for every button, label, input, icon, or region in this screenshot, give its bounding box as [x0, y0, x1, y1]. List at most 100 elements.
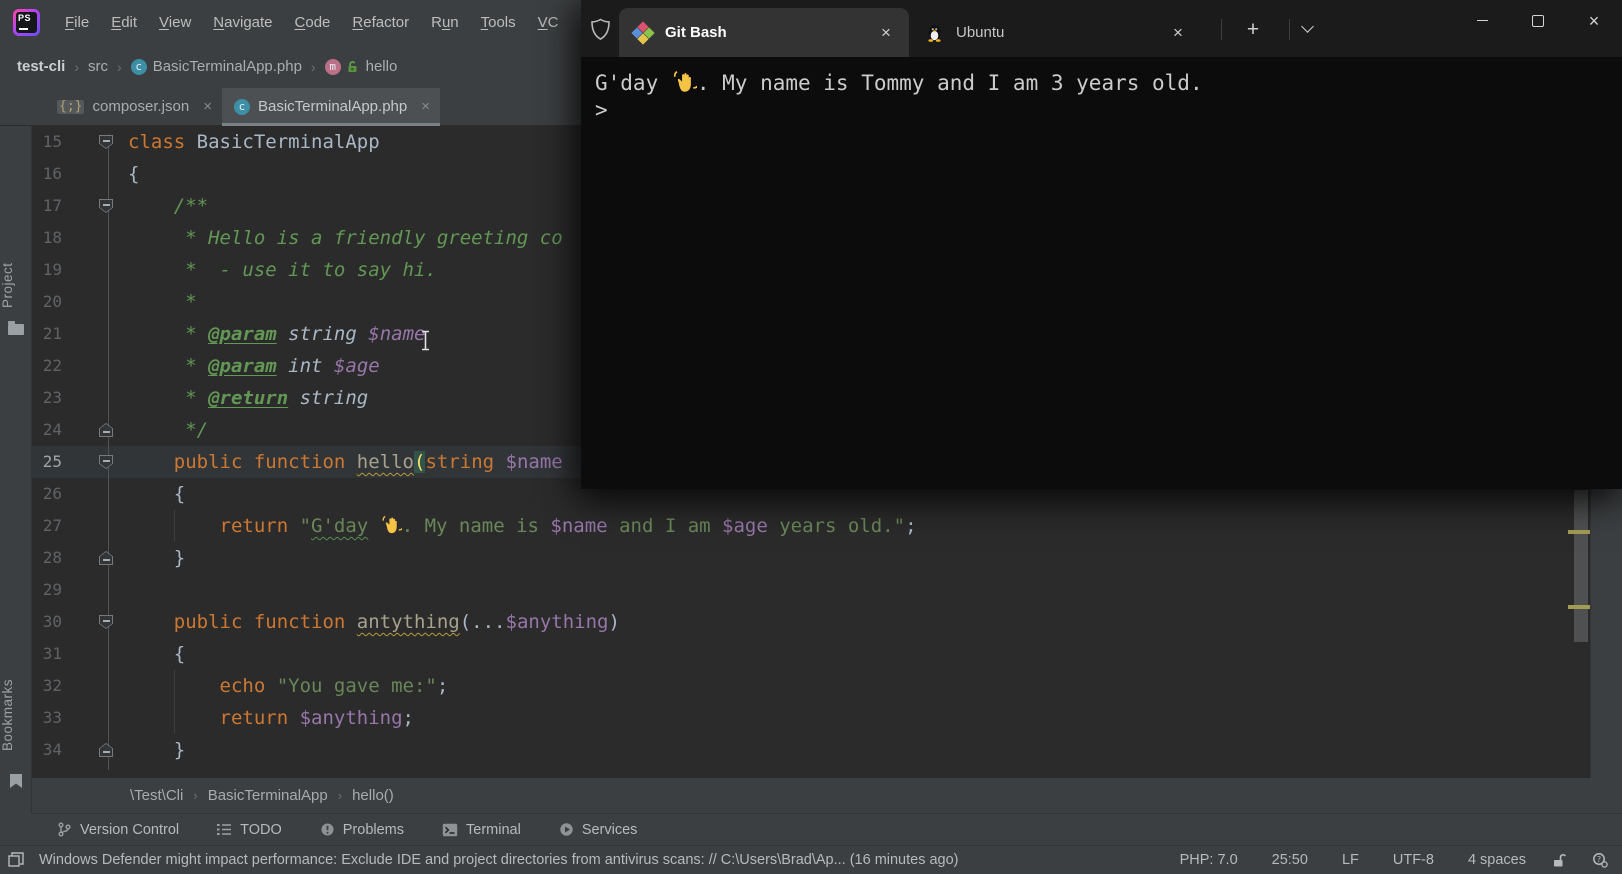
phpstorm-logo-icon[interactable]: PS [13, 9, 40, 36]
status-indent[interactable]: 4 spaces [1468, 852, 1526, 868]
terminal-title-bar[interactable]: Git Bash × Ubuntu × + × [581, 0, 1622, 57]
code-text: } [128, 739, 186, 761]
minimize-button[interactable] [1454, 0, 1510, 41]
toolwindow-button-services[interactable]: Services [559, 822, 637, 838]
new-tab-button[interactable]: + [1233, 13, 1273, 47]
project-folder-icon[interactable] [8, 321, 24, 335]
menu-item-run[interactable]: Run [420, 8, 470, 37]
code-text: public function antything(...$anything) [128, 611, 620, 633]
warning-stripe-mark[interactable] [1568, 605, 1590, 609]
code-text: * @return string [128, 387, 369, 409]
menu-item-edit[interactable]: Edit [100, 8, 148, 37]
fold-column [62, 350, 128, 382]
code-text: echo "You gave me:"; [128, 675, 449, 697]
maximize-button[interactable] [1510, 0, 1566, 41]
menu-item-code[interactable]: Code [284, 8, 342, 37]
line-number: 30 [42, 612, 62, 631]
code-line-30: 30 public function antything(...$anythin… [32, 606, 1570, 638]
breadcrumb-item[interactable]: \Test\Cli [130, 787, 183, 804]
breadcrumb: › src › c BasicTerminalApp.php › m hello [65, 58, 397, 75]
line-number: 22 [42, 356, 62, 375]
code-text: * [128, 291, 197, 313]
editor-scrollbar-thumb[interactable] [1574, 490, 1588, 642]
fold-marker-icon[interactable] [99, 423, 113, 437]
fold-marker-icon[interactable] [99, 551, 113, 565]
close-tab-icon[interactable]: × [1163, 18, 1193, 48]
breadcrumb-item[interactable]: c BasicTerminalApp.php [130, 58, 302, 75]
left-tool-strip: Project Bookmarks Structure [0, 126, 32, 874]
fold-column [62, 670, 128, 702]
sidebar-item-bookmarks[interactable]: Bookmarks [0, 671, 32, 759]
notifications-gear-icon[interactable]: ? [1592, 852, 1608, 868]
fold-marker-icon[interactable] [99, 743, 113, 757]
fold-column [62, 606, 128, 638]
close-tab-icon[interactable]: × [871, 18, 901, 48]
breadcrumb-item[interactable]: src [88, 58, 108, 75]
tool-window-toggle-icon[interactable] [8, 852, 25, 868]
menu-item-vc[interactable]: VC [527, 8, 570, 37]
editor-tab[interactable]: {;} composer.json × [45, 88, 222, 125]
warning-stripe-mark[interactable] [1568, 530, 1590, 534]
status-encoding[interactable]: UTF-8 [1393, 852, 1434, 868]
fold-column [62, 254, 128, 286]
terminal-tab-ubuntu[interactable]: Ubuntu × [911, 8, 1201, 57]
tab-dropdown-chevron-icon[interactable] [1301, 20, 1314, 35]
breadcrumb-item[interactable]: hello() [352, 787, 394, 804]
tool-window-bar: Version Control TODO Problems Terminal Servi… [0, 814, 1622, 846]
bookmark-icon[interactable] [10, 774, 22, 788]
editor-tab[interactable]: c BasicTerminalApp.php × [221, 88, 441, 126]
line-number: 32 [42, 676, 62, 695]
fold-marker-icon[interactable] [99, 135, 113, 149]
status-caret-position[interactable]: 25:50 [1272, 852, 1308, 868]
breadcrumb-item[interactable]: BasicTerminalApp [208, 787, 328, 804]
terminal-output[interactable]: G'day . My name is Tommy and I am 3 year… [581, 57, 1622, 489]
code-text: * Hello is a friendly greeting co [128, 227, 563, 249]
close-window-button[interactable]: × [1566, 0, 1622, 41]
toolwindow-button-todo[interactable]: TODO [217, 822, 282, 838]
breadcrumb-separator-icon: › [310, 58, 316, 75]
toolwindow-button-problems[interactable]: Problems [320, 822, 404, 838]
ubuntu-tux-icon [925, 23, 944, 42]
code-text: { [128, 643, 186, 665]
line-number: 29 [42, 580, 62, 599]
waving-hand-icon [671, 70, 699, 94]
code-text: public function hello(string $name [128, 451, 563, 473]
status-php-version[interactable]: PHP: 7.0 [1180, 852, 1238, 868]
sidebar-item-project[interactable]: Project [0, 254, 32, 316]
status-line-ending[interactable]: LF [1342, 852, 1359, 868]
breadcrumb-item[interactable]: m hello [324, 58, 397, 75]
terminal-tab-git-bash[interactable]: Git Bash × [619, 8, 909, 57]
breadcrumb-project[interactable]: test-cli [17, 58, 65, 75]
code-text: /** [128, 195, 209, 217]
fold-marker-icon[interactable] [99, 455, 113, 469]
menu-item-refactor[interactable]: Refactor [341, 8, 420, 37]
fold-column [62, 510, 128, 542]
fold-column [62, 478, 128, 510]
toolwindow-button-terminal[interactable]: Terminal [442, 822, 521, 838]
tab-separator [1289, 19, 1290, 40]
menu-item-view[interactable]: View [148, 8, 202, 37]
code-text: { [128, 483, 186, 505]
fold-column [62, 542, 128, 574]
status-message[interactable]: Windows Defender might impact performanc… [39, 852, 1146, 868]
toolwindow-button-branch[interactable]: Version Control [57, 822, 179, 838]
terminal-icon [442, 823, 458, 837]
menu-item-navigate[interactable]: Navigate [202, 8, 283, 37]
terminal-window: Git Bash × Ubuntu × + × G'day . My name is … [581, 0, 1622, 489]
fold-column [62, 414, 128, 446]
screen: PS File Edit View Navigate Code Refactor Run To… [0, 0, 1622, 874]
close-tab-icon[interactable]: × [203, 98, 212, 115]
menu-item-file[interactable]: File [54, 8, 100, 37]
shield-icon [590, 18, 611, 41]
json-file-icon: {;} [57, 98, 85, 114]
fold-marker-icon[interactable] [99, 615, 113, 629]
menu-item-tools[interactable]: Tools [470, 8, 527, 37]
fold-marker-icon[interactable] [99, 199, 113, 213]
fold-column [62, 702, 128, 734]
lock-icon[interactable] [1552, 853, 1566, 868]
line-number: 17 [42, 196, 62, 215]
line-number: 28 [42, 548, 62, 567]
close-tab-icon[interactable]: × [421, 98, 430, 115]
line-number: 27 [42, 516, 62, 535]
code-text: * @param int $age [128, 355, 380, 377]
